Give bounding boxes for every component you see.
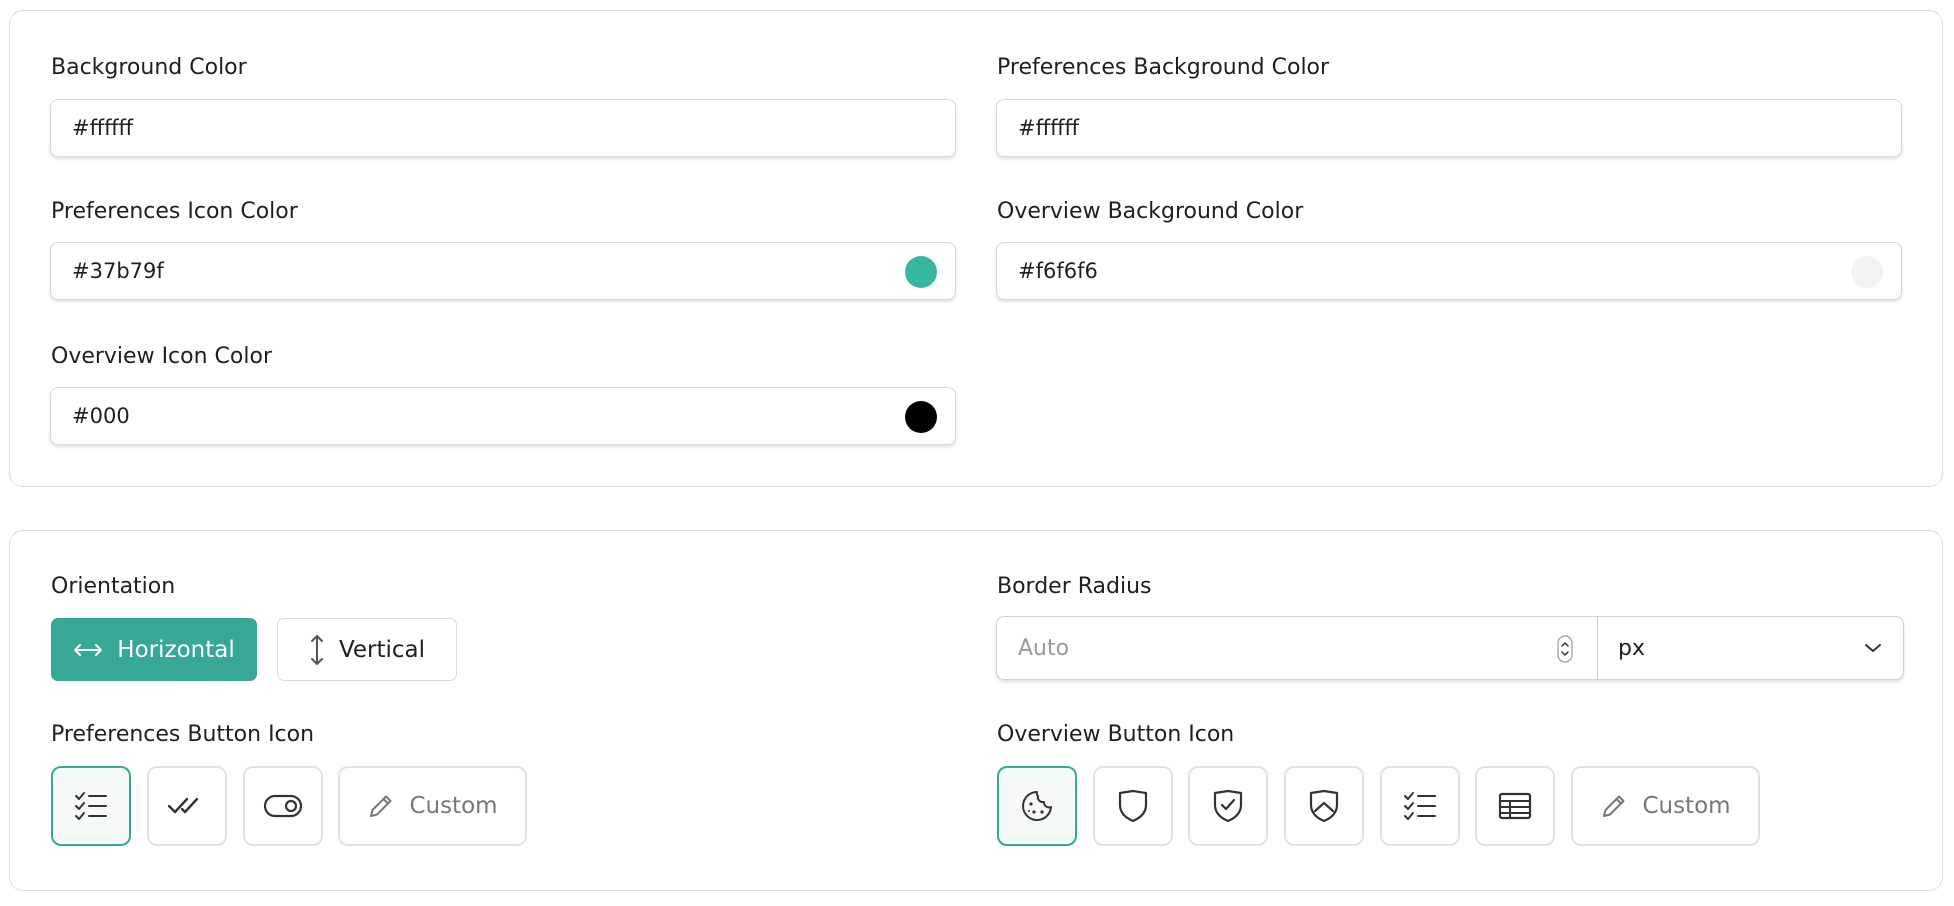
overview-background-color-label: Overview Background Color: [997, 199, 1304, 224]
overview-icon-option-custom[interactable]: Custom: [1571, 766, 1760, 846]
overview-icon-color-swatch[interactable]: [905, 401, 937, 433]
background-color-field[interactable]: #ffffff: [50, 99, 956, 157]
list-check-icon: [74, 791, 108, 821]
orientation-horizontal-button[interactable]: Horizontal: [51, 618, 257, 681]
border-radius-unit-value: px: [1618, 635, 1645, 661]
overview-button-icon-label: Overview Button Icon: [997, 722, 1235, 747]
shield-check-icon: [1212, 789, 1244, 823]
preferences-icon-option-list-check[interactable]: [51, 766, 131, 846]
preferences-icon-color-field[interactable]: #37b79f: [50, 242, 956, 300]
orientation-horizontal-label: Horizontal: [117, 636, 235, 663]
list-check-icon: [1403, 791, 1437, 821]
overview-icon-custom-label: Custom: [1642, 793, 1731, 819]
pencil-icon: [367, 792, 395, 820]
background-color-value: #ffffff: [72, 116, 134, 140]
preferences-icon-color-swatch[interactable]: [905, 256, 937, 288]
preferences-icon-option-custom[interactable]: Custom: [338, 766, 527, 846]
overview-icon-option-shield-half[interactable]: [1284, 766, 1364, 846]
border-radius-input-wrapper: [997, 617, 1598, 679]
cookie-icon: [1020, 789, 1054, 823]
overview-icon-option-table[interactable]: [1475, 766, 1555, 846]
overview-background-color-swatch[interactable]: [1851, 256, 1883, 288]
toggle-icon: [263, 794, 303, 818]
preferences-icon-color-label: Preferences Icon Color: [51, 199, 298, 224]
chevron-down-icon: [1863, 642, 1883, 654]
arrows-horizontal-icon: [73, 642, 103, 658]
border-radius-control: px: [996, 616, 1904, 680]
shield-icon: [1117, 789, 1149, 823]
table-icon: [1498, 792, 1532, 820]
overview-icon-color-label: Overview Icon Color: [51, 344, 272, 369]
preferences-background-color-value: #ffffff: [1018, 116, 1080, 140]
shield-half-icon: [1308, 789, 1340, 823]
border-radius-input[interactable]: [1016, 634, 1520, 662]
pencil-icon: [1600, 792, 1628, 820]
preferences-icon-color-value: #37b79f: [72, 259, 164, 283]
overview-background-color-field[interactable]: #f6f6f6: [996, 242, 1902, 300]
double-check-icon: [167, 796, 207, 816]
background-color-label: Background Color: [51, 55, 247, 80]
arrows-vertical-icon: [309, 634, 325, 666]
preferences-icon-option-toggle[interactable]: [243, 766, 323, 846]
orientation-vertical-label: Vertical: [338, 636, 426, 663]
orientation-vertical-button[interactable]: Vertical: [277, 618, 457, 681]
number-spinner-icon[interactable]: [1557, 635, 1573, 663]
preferences-button-icon-label: Preferences Button Icon: [51, 722, 315, 747]
border-radius-label: Border Radius: [997, 574, 1152, 599]
overview-icon-option-shield[interactable]: [1093, 766, 1173, 846]
preferences-background-color-label: Preferences Background Color: [997, 55, 1330, 80]
overview-icon-option-cookie[interactable]: [997, 766, 1077, 846]
overview-icon-option-list-check[interactable]: [1380, 766, 1460, 846]
overview-icon-color-field[interactable]: #000: [50, 387, 956, 445]
preferences-icon-custom-label: Custom: [409, 793, 498, 819]
preferences-background-color-field[interactable]: #ffffff: [996, 99, 1902, 157]
orientation-label: Orientation: [51, 574, 176, 599]
preferences-icon-option-double-check[interactable]: [147, 766, 227, 846]
overview-icon-color-value: #000: [72, 404, 130, 428]
border-radius-unit-select[interactable]: px: [1598, 617, 1903, 679]
overview-icon-option-shield-check[interactable]: [1188, 766, 1268, 846]
overview-background-color-value: #f6f6f6: [1018, 259, 1098, 283]
